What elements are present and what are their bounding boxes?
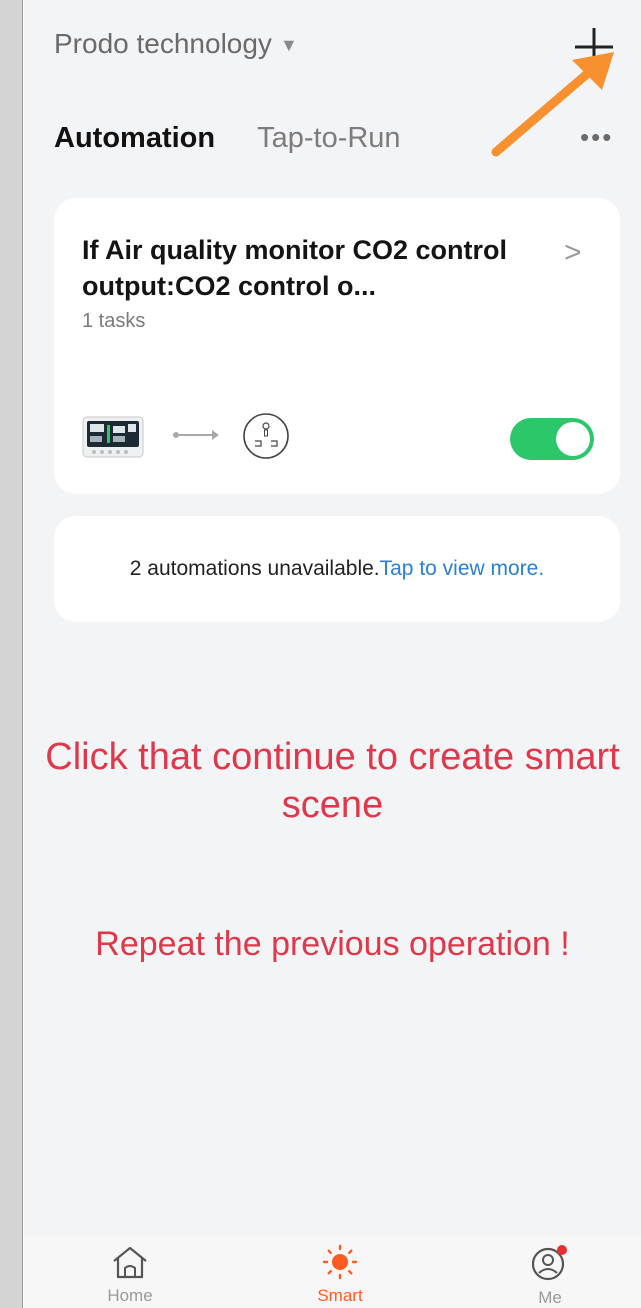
tab-automation[interactable]: Automation (54, 122, 215, 155)
left-edge-strip (0, 0, 23, 1308)
bottom-tab-bar: Home Smart Me (24, 1236, 641, 1308)
unavailable-automations[interactable]: 2 automations unavailable. Tap to view m… (54, 516, 620, 622)
smart-screen: Prodo technology ▼ Automation Tap-to-Run… (24, 0, 641, 1308)
view-more-link[interactable]: Tap to view more. (380, 557, 545, 581)
tab-smart[interactable]: Smart (270, 1236, 410, 1308)
chevron-right-icon: > (564, 236, 582, 269)
scene-tabs: Automation Tap-to-Run (54, 122, 401, 155)
sun-icon (322, 1244, 358, 1280)
automation-title: If Air quality monitor CO2 control outpu… (82, 235, 508, 301)
instruction-line-1: Click that continue to create smart scen… (45, 736, 620, 826)
notification-badge (557, 1245, 567, 1255)
flow-arrow-icon (173, 430, 219, 440)
tab-tap-to-run[interactable]: Tap-to-Run (257, 122, 400, 155)
home-icon (113, 1246, 147, 1279)
tab-me[interactable]: Me (480, 1236, 620, 1308)
more-dots-icon[interactable]: ••• (580, 122, 613, 153)
user-icon (531, 1245, 567, 1281)
socket-icon (243, 413, 289, 459)
home-selector[interactable]: Prodo technology ▼ (54, 28, 298, 60)
tab-smart-label: Smart (317, 1286, 363, 1305)
home-name: Prodo technology (54, 28, 272, 59)
unavailable-text: 2 automations unavailable. (129, 557, 380, 580)
automation-task-count: 1 tasks (82, 310, 146, 332)
automation-toggle[interactable] (510, 418, 594, 460)
toggle-knob (556, 422, 590, 456)
air-quality-monitor-icon (82, 416, 144, 458)
tab-home-label: Home (107, 1286, 153, 1305)
caret-down-icon: ▼ (279, 34, 298, 55)
automation-card[interactable]: If Air quality monitor CO2 control outpu… (54, 198, 620, 494)
tab-me-label: Me (538, 1288, 562, 1307)
instruction-line-2: Repeat the previous operation ! (95, 925, 570, 963)
tab-home[interactable]: Home (60, 1236, 200, 1308)
